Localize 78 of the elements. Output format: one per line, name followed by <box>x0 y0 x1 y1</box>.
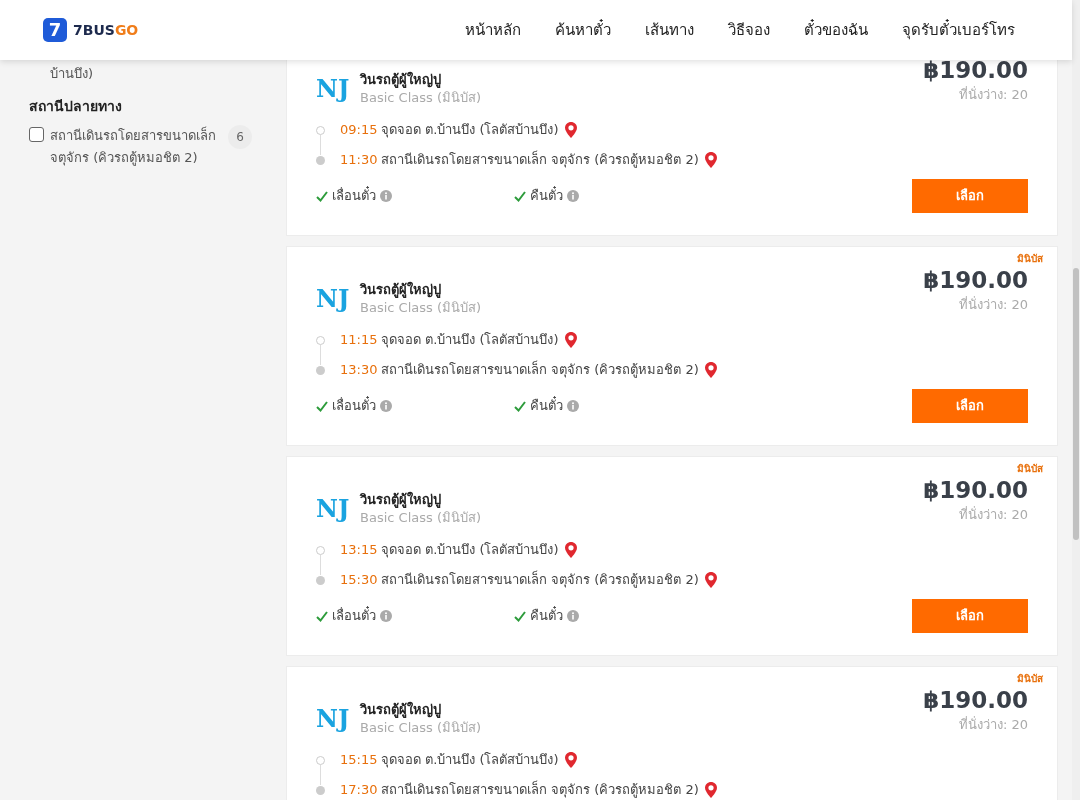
operator-name: วินรถตู้ผู้ใหญ่ปู <box>360 491 442 509</box>
check-icon <box>316 610 328 622</box>
operator-name: วินรถตู้ผู้ใหญ่ปู <box>360 701 442 719</box>
feature-label: คืนตั๋ว <box>530 606 563 626</box>
departure-time: 11:15 <box>340 331 379 350</box>
stop-name: สถานีเดินรถโดยสารขนาดเล็ก จตุจักร (คิวรถตู้หมอชิต 2) <box>381 150 699 170</box>
logo-text: 7BUSGO <box>73 20 139 40</box>
scrollbar-thumb[interactable] <box>1073 268 1079 540</box>
info-icon <box>380 400 392 412</box>
feature-label: เลื่อนตั๋ว <box>332 396 376 416</box>
check-icon <box>514 190 526 202</box>
info-icon <box>567 190 579 202</box>
price: ฿190.00 <box>923 56 1028 85</box>
departure-time: 13:15 <box>340 541 379 560</box>
seats-available: ที่นั่งว่าง: 20 <box>958 85 1028 104</box>
price: ฿190.00 <box>923 686 1028 715</box>
nav-link[interactable]: ตั๋วของฉัน <box>804 18 868 42</box>
info-icon <box>380 190 392 202</box>
stop-name: จุดจอด ต.บ้านบึง (โลตัสบ้านบึง) <box>381 331 559 350</box>
bus-class: Basic Class (มินิบัส) <box>360 719 482 737</box>
bus-class: Basic Class (มินิบัส) <box>360 299 482 317</box>
feature-label: คืนตั๋ว <box>530 186 563 206</box>
price: ฿190.00 <box>923 266 1028 295</box>
seats-available: ที่นั่งว่าง: 20 <box>958 715 1028 734</box>
type-tag: มินิบัส <box>1017 461 1043 476</box>
stop-name: สถานีเดินรถโดยสารขนาดเล็ก จตุจักร (คิวรถตู้หมอชิต 2) <box>381 780 699 800</box>
operator-name: วินรถตู้ผู้ใหญ่ปู <box>360 71 442 89</box>
filter-label: สถานีเดินรถโดยสารขนาดเล็ก จตุจักร (คิวรถตู้หมอชิต 2) <box>50 125 217 168</box>
operator-name: วินรถตู้ผู้ใหญ่ปู <box>360 281 442 299</box>
map-pin-icon <box>704 572 717 588</box>
departure-time: 13:30 <box>340 361 379 380</box>
map-pin-icon <box>564 332 577 348</box>
nav-link[interactable]: เส้นทาง <box>645 18 694 42</box>
stop-name: สถานีเดินรถโดยสารขนาดเล็ก จตุจักร (คิวรถตู้หมอชิต 2) <box>381 360 699 380</box>
type-tag: มินิบัส <box>1017 671 1043 686</box>
map-pin-icon <box>704 152 717 168</box>
check-icon <box>514 400 526 412</box>
seats-available: ที่นั่งว่าง: 20 <box>958 505 1028 524</box>
check-icon <box>514 610 526 622</box>
operator-logo: NJ <box>316 703 350 735</box>
info-icon <box>380 610 392 622</box>
departure-time: 15:15 <box>340 751 379 770</box>
filter-label: บ้านบึง) <box>49 65 95 83</box>
checkbox[interactable] <box>29 127 44 142</box>
type-tag: มินิบัส <box>1017 251 1043 266</box>
check-icon <box>316 400 328 412</box>
departure-time: 17:30 <box>340 781 379 800</box>
stop-name: จุดจอด ต.บ้านบึง (โลตัสบ้านบึง) <box>381 751 559 770</box>
operator-logo: NJ <box>316 283 350 315</box>
nav-link[interactable]: หน้าหลัก <box>465 18 521 42</box>
map-pin-icon <box>564 752 577 768</box>
nav-link[interactable]: วิธีจอง <box>728 18 770 42</box>
departure-time: 11:30 <box>340 151 379 170</box>
stop-name: สถานีเดินรถโดยสารขนาดเล็ก จตุจักร (คิวรถตู้หมอชิต 2) <box>381 570 699 590</box>
stop-name: จุดจอด ต.บ้านบึง (โลตัสบ้านบึง) <box>381 121 559 140</box>
nav-link[interactable]: ค้นหาตั๋ว <box>555 18 611 42</box>
map-pin-icon <box>564 122 577 138</box>
seats-available: ที่นั่งว่าง: 20 <box>958 295 1028 314</box>
operator-logo: NJ <box>316 493 350 525</box>
map-pin-icon <box>704 362 717 378</box>
departure-time: 09:15 <box>340 121 379 140</box>
feature-label: เลื่อนตั๋ว <box>332 186 376 206</box>
map-pin-icon <box>564 542 577 558</box>
bus-class: Basic Class (มินิบัส) <box>360 89 482 107</box>
stop-name: จุดจอด ต.บ้านบึง (โลตัสบ้านบึง) <box>381 541 559 560</box>
price: ฿190.00 <box>923 476 1028 505</box>
count-badge: 6 <box>228 125 252 149</box>
section-title: สถานีปลายทาง <box>29 97 123 116</box>
info-icon <box>567 400 579 412</box>
feature-label: เลื่อนตั๋ว <box>332 606 376 626</box>
check-icon <box>316 190 328 202</box>
feature-label: คืนตั๋ว <box>530 396 563 416</box>
departure-time: 15:30 <box>340 571 379 590</box>
nav-link[interactable]: จุดรับตั๋วเบอร์โทร <box>902 18 1015 42</box>
bus-class: Basic Class (มินิบัส) <box>360 509 482 527</box>
info-icon <box>567 610 579 622</box>
logo-mark: 7 <box>43 18 67 42</box>
operator-logo: NJ <box>316 73 350 105</box>
